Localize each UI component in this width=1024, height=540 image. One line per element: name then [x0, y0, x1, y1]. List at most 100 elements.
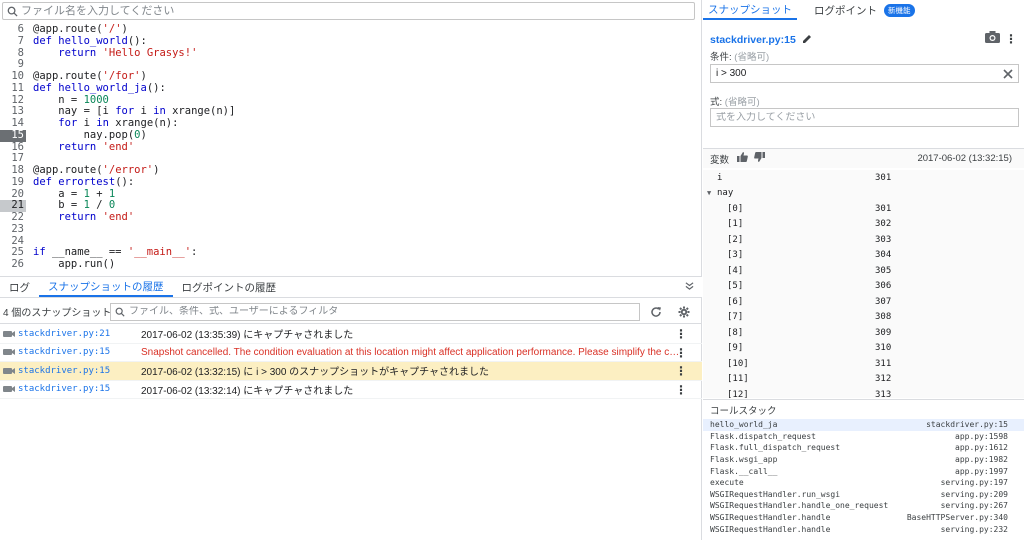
variable-row[interactable]: [1] 302 [703, 217, 1024, 233]
callstack-frame[interactable]: Flask.dispatch_request app.py:1598 [703, 431, 1024, 443]
variable-value: 310 [875, 343, 892, 354]
code-token: hello_world_ja [58, 81, 147, 94]
code-token: 0 [108, 199, 116, 212]
close-icon[interactable] [998, 68, 1018, 79]
line-number[interactable]: 10 [0, 70, 26, 83]
callstack-frame[interactable]: Flask.wsgi_app app.py:1982 [703, 454, 1024, 466]
expand-caret-icon[interactable]: ▼ [707, 189, 711, 197]
bottom-tab-bar: ログ スナップショットの履歴 ログポイントの履歴 [0, 276, 702, 298]
variable-row[interactable]: [7] 308 [703, 310, 1024, 326]
variable-row[interactable]: [12] 313 [703, 387, 1024, 398]
pencil-icon[interactable] [802, 34, 812, 47]
variable-name: i [717, 172, 723, 183]
gear-icon[interactable] [670, 306, 698, 318]
code-line: 26 app.run() [0, 258, 702, 271]
snapshot-header: stackdriver.py:15 ⋮ [710, 31, 1020, 48]
code-token: xrange(n): [115, 117, 179, 129]
callstack-frame[interactable]: WSGIRequestHandler.run_wsgi serving.py:20… [703, 489, 1024, 501]
variable-row[interactable]: [8] 309 [703, 325, 1024, 341]
variable-row[interactable]: [0] 301 [703, 201, 1024, 217]
callstack-frame[interactable]: Flask.full_dispatch_request app.py:1612 [703, 442, 1024, 454]
code-token: (): [146, 81, 166, 94]
line-number[interactable]: 26 [0, 258, 26, 271]
variable-row[interactable]: [5] 306 [703, 279, 1024, 295]
kebab-icon[interactable]: ⋮ [675, 384, 687, 396]
code-editor[interactable]: 6 @app.route('/') 7 def hello_world(): 8 ret… [0, 24, 702, 274]
kebab-icon[interactable]: ⋮ [675, 365, 687, 377]
callstack-frame[interactable]: WSGIRequestHandler.handle serving.py:232 [703, 523, 1024, 535]
variable-row[interactable]: [3] 304 [703, 248, 1024, 264]
variable-row[interactable]: [2] 303 [703, 232, 1024, 248]
camera-icon[interactable] [985, 31, 1000, 46]
code-line: 16 return 'end' [0, 141, 702, 154]
line-number[interactable]: 19 [0, 176, 26, 189]
history-row[interactable]: stackdriver.py:15 Snapshot cancelled. Th… [0, 344, 702, 362]
expression-input[interactable] [716, 112, 1018, 123]
refresh-icon[interactable] [642, 306, 670, 318]
callstack-frame[interactable]: WSGIRequestHandler.handle_one_request ser… [703, 500, 1024, 512]
camera-icon [0, 385, 18, 393]
history-row-file[interactable]: stackdriver.py:21 [18, 329, 141, 339]
code-token: for [58, 117, 84, 129]
variable-row[interactable]: [9] 310 [703, 341, 1024, 357]
line-number[interactable]: 6 [0, 24, 26, 36]
code-token: b = [33, 199, 84, 212]
tab-snapshot-history[interactable]: スナップショットの履歴 [39, 277, 173, 297]
variables-tree: i 301 ▼ nay [0] 301 [1] 302 [2] 303 [3] 304 [4] 305 [5… [703, 170, 1024, 398]
code-token: def [33, 34, 59, 47]
history-row-file[interactable]: stackdriver.py:15 [18, 347, 141, 357]
variable-row[interactable]: [11] 312 [703, 372, 1024, 388]
expression-field[interactable] [710, 108, 1019, 127]
history-row[interactable]: stackdriver.py:21 2017-06-02 (13:35:39) … [0, 325, 702, 344]
callstack-frame[interactable]: hello_world_ja stackdriver.py:15 [703, 419, 1024, 431]
variable-row[interactable]: [6] 307 [703, 294, 1024, 310]
history-filter-box[interactable] [110, 302, 640, 321]
callstack-frame[interactable]: WSGIRequestHandler.handle BaseHTTPServer.… [703, 512, 1024, 524]
variable-row[interactable]: i 301 [703, 170, 1024, 186]
snapshot-title[interactable]: stackdriver.py:15 [710, 34, 796, 46]
code-token: n = [33, 93, 84, 106]
line-number[interactable]: 7 [0, 35, 26, 48]
breakpoint-gutter[interactable]: 15 [0, 129, 26, 142]
line-number[interactable]: 11 [0, 82, 26, 95]
tab-logpoint-history[interactable]: ログポイントの履歴 [173, 277, 286, 297]
code-token: app.run() [33, 258, 116, 270]
kebab-icon[interactable]: ⋮ [1005, 32, 1017, 46]
history-row-selected[interactable]: stackdriver.py:15 2017-06-02 (13:32:15) … [0, 362, 702, 381]
tab-logpoint[interactable]: ログポイント [809, 0, 882, 20]
line-number[interactable]: 22 [0, 211, 26, 224]
history-filter-row: 4 個のスナップショット... [0, 300, 702, 324]
collapse-panel-icon[interactable] [685, 281, 694, 293]
tab-snapshot[interactable]: スナップショット [703, 0, 797, 20]
kebab-icon[interactable]: ⋮ [675, 347, 687, 359]
thumbs-up-icon[interactable] [737, 152, 748, 165]
variable-row[interactable]: [10] 311 [703, 356, 1024, 372]
tab-logs[interactable]: ログ [0, 277, 39, 297]
callstack-frame[interactable]: execute serving.py:197 [703, 477, 1024, 489]
line-number[interactable]: 14 [0, 117, 26, 130]
history-row-file[interactable]: stackdriver.py:15 [18, 384, 141, 394]
variable-name: [7] [727, 312, 744, 323]
frame-location: stackdriver.py:15 [926, 420, 1008, 430]
thumbs-down-icon[interactable] [754, 152, 766, 165]
frame-function: execute [710, 478, 744, 488]
line-number[interactable]: 18 [0, 164, 26, 177]
snapshot-count: 4 個のスナップショット... [3, 308, 110, 319]
file-search-input[interactable] [21, 5, 694, 17]
code-text: return 'end' [26, 211, 134, 224]
condition-field[interactable] [710, 64, 1019, 83]
file-search-bar[interactable] [2, 2, 695, 20]
callstack-header: コールスタック [703, 399, 1024, 419]
variable-name: [5] [727, 281, 744, 292]
condition-input[interactable] [716, 68, 998, 79]
history-row-message: 2017-06-02 (13:32:14) にキャプチャされました [141, 385, 354, 397]
frame-function: hello_world_ja [710, 420, 778, 430]
history-row[interactable]: stackdriver.py:15 2017-06-02 (13:32:14) … [0, 381, 702, 399]
callstack-frame[interactable]: Flask.__call__ app.py:1997 [703, 465, 1024, 477]
line-number[interactable]: 23 [0, 223, 26, 236]
kebab-icon[interactable]: ⋮ [675, 328, 687, 340]
history-row-file[interactable]: stackdriver.py:15 [18, 366, 141, 376]
variable-row[interactable]: ▼ nay [703, 186, 1024, 202]
variable-row[interactable]: [4] 305 [703, 263, 1024, 279]
history-filter-input[interactable] [129, 306, 639, 317]
